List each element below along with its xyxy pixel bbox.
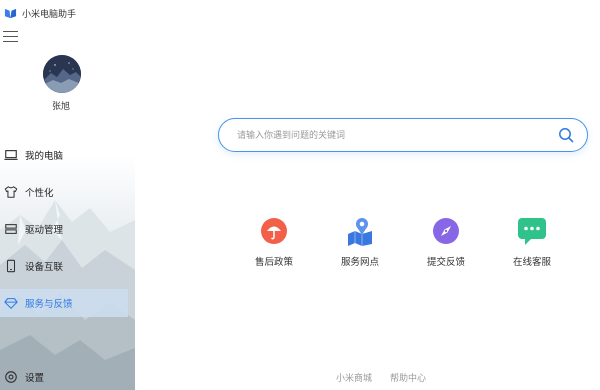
footer-link-help-center[interactable]: 帮助中心 (390, 371, 426, 384)
hamburger-menu-icon[interactable] (3, 31, 18, 43)
username: 张旭 (51, 102, 70, 112)
sidebar-item-device-link[interactable]: 设备互联 (0, 252, 128, 280)
service-label: 在线客服 (512, 257, 551, 268)
sidebar-item-label: 个性化 (25, 188, 54, 199)
service-online-support[interactable]: 在线客服 (492, 216, 572, 268)
phone-icon (6, 259, 16, 273)
app-title: 小米电脑助手 (22, 9, 77, 20)
service-label: 服务网点 (340, 257, 379, 268)
settings-icon (5, 371, 17, 383)
sidebar-item-label: 我的电脑 (25, 151, 64, 162)
sidebar-item-label: 设备互联 (25, 262, 64, 273)
laptop-icon (4, 150, 18, 160)
map-pin-icon (348, 218, 372, 246)
search-input[interactable] (235, 126, 549, 146)
service-locations[interactable]: 服务网点 (320, 216, 400, 268)
footer-link-mi-store[interactable]: 小米商城 (336, 371, 372, 384)
sidebar-item-label: 设置 (25, 373, 45, 384)
tshirt-icon (4, 186, 18, 198)
service-label: 售后政策 (254, 257, 293, 268)
diamond-icon (4, 298, 18, 309)
sidebar: 小米电脑助手 张旭 我的电脑 个性化 驱动管理 设备互联 服务与反馈 设置 (0, 0, 135, 390)
sidebar-item-my-computer[interactable]: 我的电脑 (0, 141, 128, 169)
sidebar-item-personalize[interactable]: 个性化 (0, 178, 128, 206)
avatar-image (43, 55, 81, 93)
service-after-sales-policy[interactable]: 售后政策 (234, 216, 314, 268)
service-label: 提交反馈 (426, 257, 465, 268)
umbrella-icon (261, 218, 287, 244)
compass-icon (433, 218, 459, 244)
search-icon[interactable] (558, 127, 574, 143)
sidebar-item-label: 服务与反馈 (25, 299, 73, 310)
book-logo-icon (4, 8, 17, 18)
avatar[interactable] (43, 55, 81, 93)
titlebar: 小米电脑助手 (4, 5, 76, 21)
sidebar-item-driver[interactable]: 驱动管理 (0, 215, 128, 243)
sidebar-item-settings[interactable]: 设置 (0, 363, 128, 390)
driver-icon (5, 224, 17, 234)
sidebar-item-label: 驱动管理 (25, 225, 64, 236)
service-submit-feedback[interactable]: 提交反馈 (406, 216, 486, 268)
search-box (218, 118, 588, 152)
sidebar-item-service-feedback[interactable]: 服务与反馈 (0, 289, 128, 317)
chat-icon (518, 218, 546, 245)
